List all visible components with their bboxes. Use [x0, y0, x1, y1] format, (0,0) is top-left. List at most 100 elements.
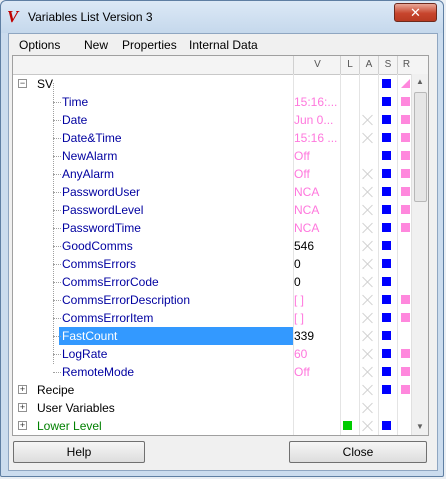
tree-group-sv[interactable]: − SV [13, 75, 412, 93]
close-button[interactable]: Close [289, 441, 427, 463]
status-r-indicator [401, 223, 410, 232]
item-name: GoodComms [62, 239, 133, 253]
status-s-indicator [382, 259, 391, 268]
tree-connector [53, 282, 61, 283]
group-label: User Variables [37, 401, 115, 415]
tree-item-commserrordescription[interactable]: CommsErrorDescription [ ] [13, 291, 412, 309]
menu-properties[interactable]: Properties [122, 38, 177, 52]
expand-icon[interactable]: + [18, 403, 27, 412]
item-name: Time [62, 95, 89, 109]
item-value: NCA [294, 221, 320, 235]
tree-item-anyalarm[interactable]: AnyAlarm Off [13, 165, 412, 183]
status-s-indicator [382, 331, 391, 340]
tree-item-commserrorcode[interactable]: CommsErrorCode 0 [13, 273, 412, 291]
item-name: PasswordLevel [62, 203, 144, 217]
tree-item-lograte[interactable]: LogRate 60 [13, 345, 412, 363]
menu-internal-data[interactable]: Internal Data [189, 38, 258, 52]
header-l: L [340, 56, 359, 74]
item-name: NewAlarm [62, 149, 118, 163]
status-r-indicator [401, 349, 410, 358]
menu-new[interactable]: New [84, 38, 108, 52]
disabled-cross-icon [362, 114, 374, 126]
collapse-icon[interactable]: − [18, 79, 27, 88]
item-name: RemoteMode [62, 365, 135, 379]
tree-item-passworduser[interactable]: PasswordUser NCA [13, 183, 412, 201]
expand-icon[interactable]: + [18, 421, 27, 430]
status-s-indicator [382, 313, 391, 322]
item-value: 546 [294, 239, 315, 253]
vertical-scrollbar[interactable]: ▲ ▼ [411, 74, 428, 435]
variables-grid: V L A S R − SV Time 15:16:... Date Jun 0… [12, 55, 429, 436]
scroll-up-icon[interactable]: ▲ [412, 74, 428, 90]
item-value: Off [294, 149, 310, 163]
header-r: R [397, 56, 415, 74]
item-name: CommsErrors [62, 257, 136, 271]
tree-connector [53, 228, 61, 229]
item-name: PasswordUser [62, 185, 141, 199]
window-title: Variables List Version 3 [28, 10, 153, 24]
scroll-down-icon[interactable]: ▼ [412, 419, 428, 435]
tree-item-goodcomms[interactable]: GoodComms 546 [13, 237, 412, 255]
status-s-indicator [382, 223, 391, 232]
tree-item-commserroritem[interactable]: CommsErrorItem [ ] [13, 309, 412, 327]
status-r-indicator [401, 295, 410, 304]
header-s: S [378, 56, 397, 74]
status-s-indicator [382, 349, 391, 358]
status-r-indicator [401, 133, 410, 142]
tree-item-time[interactable]: Time 15:16:... [13, 93, 412, 111]
tree-item-passwordlevel[interactable]: PasswordLevel NCA [13, 201, 412, 219]
scroll-thumb[interactable] [414, 92, 427, 202]
menu-options[interactable]: Options [19, 38, 60, 52]
group-label: SV [37, 77, 54, 91]
tree-group-user-variables[interactable]: + User Variables [13, 399, 412, 417]
status-r-indicator [401, 385, 410, 394]
item-value: 0 [294, 257, 301, 271]
status-s-indicator [382, 187, 391, 196]
menu-bar: Options New Properties Internal Data [9, 34, 437, 54]
disabled-cross-icon [362, 420, 374, 432]
tree-item-remotemode[interactable]: RemoteMode Off [13, 363, 412, 381]
item-value: Off [294, 167, 310, 181]
tree-item-newalarm[interactable]: NewAlarm Off [13, 147, 412, 165]
status-r-indicator [401, 169, 410, 178]
tree-item-date-time[interactable]: Date&Time 15:16 ... [13, 129, 412, 147]
status-r-indicator [401, 79, 410, 88]
item-value: 0 [294, 275, 301, 289]
item-name: FastCount [62, 329, 118, 343]
item-value: [ ] [294, 311, 305, 325]
item-name: LogRate [62, 347, 108, 361]
tree-group-lower-level[interactable]: + Lower Level [13, 417, 412, 435]
expand-icon[interactable]: + [18, 385, 27, 394]
tree-item-passwordtime[interactable]: PasswordTime NCA [13, 219, 412, 237]
status-s-indicator [382, 385, 391, 394]
tree-connector [53, 246, 61, 247]
disabled-cross-icon [362, 366, 374, 378]
disabled-cross-icon [362, 312, 374, 324]
item-name: Date [62, 113, 88, 127]
status-s-indicator [382, 79, 391, 88]
tree-item-date[interactable]: Date Jun 0... [13, 111, 412, 129]
header-value: V [293, 56, 341, 74]
tree-item-fastcount[interactable]: FastCount 339 [13, 327, 412, 345]
tree-connector [53, 354, 61, 355]
item-value: 60 [294, 347, 308, 361]
disabled-cross-icon [362, 258, 374, 270]
tree-item-commserrors[interactable]: CommsErrors 0 [13, 255, 412, 273]
disabled-cross-icon [362, 168, 374, 180]
status-r-indicator [401, 187, 410, 196]
help-button[interactable]: Help [13, 441, 145, 463]
tree-group-recipe[interactable]: + Recipe [13, 381, 412, 399]
tree-connector [53, 138, 61, 139]
title-bar[interactable]: V Variables List Version 3 ✕ [1, 1, 443, 33]
item-name: Date&Time [62, 131, 122, 145]
tree-connector [53, 156, 61, 157]
disabled-cross-icon [362, 294, 374, 306]
header-a: A [359, 56, 378, 74]
tree-connector [53, 120, 61, 121]
group-label: Lower Level [37, 419, 102, 433]
disabled-cross-icon [362, 384, 374, 396]
item-value: Jun 0... [294, 113, 334, 127]
status-r-indicator [401, 115, 410, 124]
window-close-button[interactable]: ✕ [394, 3, 437, 22]
disabled-cross-icon [362, 186, 374, 198]
